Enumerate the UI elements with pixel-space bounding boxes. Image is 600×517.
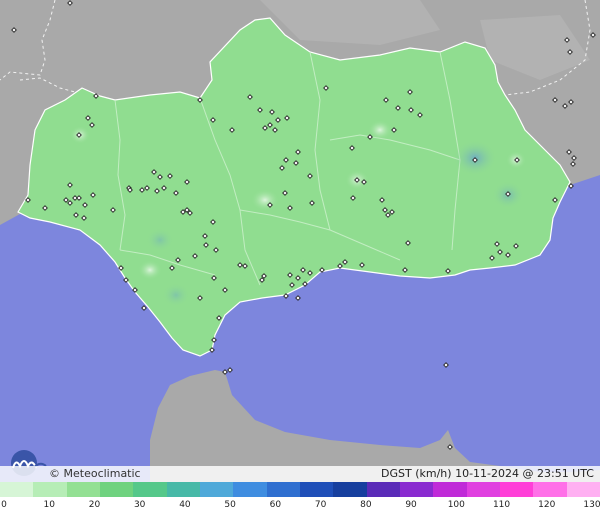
legend-color-segment	[233, 482, 267, 497]
legend-color-segment	[266, 482, 300, 497]
legend-tick-label: 30	[133, 500, 146, 510]
legend-color-segment	[199, 482, 234, 497]
legend-color-segment	[466, 482, 500, 497]
legend-color-segment	[33, 482, 67, 497]
map-caption: DGST (km/h) 10-11-2024 @ 23:51 UTC	[381, 467, 594, 480]
legend-tick-label: 50	[224, 500, 236, 510]
legend-tick-label: 130	[583, 500, 600, 510]
legend-tick-label: 10	[43, 500, 55, 510]
map-canvas	[0, 0, 600, 482]
legend-tick-label: 20	[88, 500, 101, 510]
legend-tick-label: 120	[538, 500, 556, 510]
legend-tick-label: 90	[405, 500, 417, 510]
legend-color-segment	[366, 482, 400, 497]
legend-color-segment	[133, 482, 167, 497]
legend-tick-label: 100	[447, 500, 465, 510]
legend-color-segment	[399, 482, 434, 497]
legend-tick-label: 60	[269, 500, 282, 510]
legend-color-segment	[499, 482, 534, 497]
legend-tick-label: 40	[179, 500, 191, 510]
legend-tick-label: 70	[314, 500, 327, 510]
legend-tick-labels: 0 10 20 30 40 50 60 70 80 90 100 110 120 130	[0, 497, 600, 517]
brand-label: © Meteoclimatic	[49, 467, 141, 480]
legend-color-segment	[533, 482, 567, 497]
legend-color-segment	[166, 482, 200, 497]
legend-color-segment	[566, 482, 600, 497]
legend-tick-label: 110	[492, 500, 511, 510]
legend-color-segment	[333, 482, 367, 497]
legend-color-segment	[299, 482, 334, 497]
legend-tick-label: 80	[360, 500, 372, 510]
legend-tick-label: 0	[1, 500, 7, 510]
color-scale-legend	[0, 482, 600, 497]
legend-color-segment	[66, 482, 100, 497]
legend-color-segment	[0, 482, 34, 497]
legend-color-segment	[433, 482, 467, 497]
weather-map: © Meteoclimatic DGST (km/h) 10-11-2024 @…	[0, 0, 600, 517]
legend-color-segment	[99, 482, 134, 497]
